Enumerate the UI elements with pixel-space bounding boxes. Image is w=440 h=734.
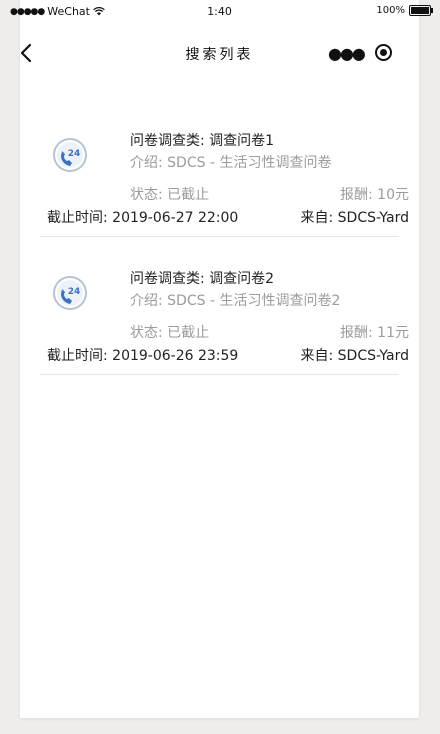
status-time: 1:40 — [207, 5, 232, 18]
source-label: 来自: — [300, 210, 334, 226]
survey-source: 来自: SDCS-Yard — [301, 345, 410, 365]
source-value: SDCS-Yard — [337, 348, 409, 364]
battery-percent: 100% — [376, 5, 405, 16]
category-value: 调查问卷1 — [209, 133, 275, 149]
intro-label: 介绍: — [130, 293, 163, 309]
status-value: 已截止 — [167, 187, 210, 203]
survey-deadline: 截止时间: 2019-06-27 22:00 — [47, 207, 238, 227]
navigation-bar: 搜索列表 ●●● — [20, 30, 419, 74]
source-label: 来自: — [300, 348, 334, 364]
status-right: 100% — [376, 5, 433, 16]
survey-intro: 介绍: SDCS - 生活习性调查问卷 — [130, 152, 331, 172]
reward-label: 报酬: — [340, 187, 373, 203]
svg-text:24: 24 — [68, 149, 81, 159]
svg-text:24: 24 — [68, 287, 81, 297]
category-value: 调查问卷2 — [209, 271, 275, 287]
survey-card[interactable]: 24 问卷调查类: 调查问卷2 介绍: SDCS - 生活习性调查问卷2 状态:… — [40, 256, 409, 375]
status-label: 状态: — [130, 325, 163, 341]
survey-reward: 报酬: 11元 — [340, 322, 409, 342]
status-bar: ●●●●● WeChat 1:40 100% — [10, 0, 433, 22]
survey-intro: 介绍: SDCS - 生活习性调查问卷2 — [130, 290, 340, 310]
category-label: 问卷调查类: — [130, 133, 205, 149]
intro-value: SDCS - 生活习性调查问卷 — [167, 155, 332, 171]
phone-screen: ●●●●● WeChat 1:40 100% 搜索列表 ●●● 24 问卷调查类… — [10, 0, 433, 718]
deadline-label: 截止时间: — [47, 210, 108, 226]
more-menu-button[interactable]: ●●● — [328, 44, 366, 63]
survey-status: 状态: 已截止 — [130, 322, 209, 342]
source-value: SDCS-Yard — [337, 210, 409, 226]
deadline-value: 2019-06-27 22:00 — [112, 210, 239, 226]
survey-status: 状态: 已截止 — [130, 184, 209, 204]
status-label: 状态: — [130, 187, 163, 203]
survey-card[interactable]: 24 问卷调查类: 调查问卷1 介绍: SDCS - 生活习性调查问卷 状态: … — [40, 118, 409, 237]
survey-category: 问卷调查类: 调查问卷2 — [130, 268, 274, 288]
reward-value: 10元 — [377, 187, 409, 203]
survey-deadline: 截止时间: 2019-06-26 23:59 — [47, 345, 238, 365]
survey-category: 问卷调查类: 调查问卷1 — [130, 130, 274, 150]
intro-value: SDCS - 生活习性调查问卷2 — [167, 293, 341, 309]
reward-value: 11元 — [377, 325, 409, 341]
deadline-value: 2019-06-26 23:59 — [112, 348, 239, 364]
status-value: 已截止 — [167, 325, 210, 341]
phone-24h-icon: 24 — [53, 138, 87, 172]
deadline-label: 截止时间: — [47, 348, 108, 364]
category-label: 问卷调查类: — [130, 271, 205, 287]
reward-label: 报酬: — [340, 325, 373, 341]
close-miniprogram-button[interactable] — [375, 44, 392, 61]
survey-reward: 报酬: 10元 — [340, 184, 409, 204]
battery-icon — [409, 5, 433, 16]
survey-source: 来自: SDCS-Yard — [301, 207, 410, 227]
intro-label: 介绍: — [130, 155, 163, 171]
phone-24h-icon: 24 — [53, 276, 87, 310]
